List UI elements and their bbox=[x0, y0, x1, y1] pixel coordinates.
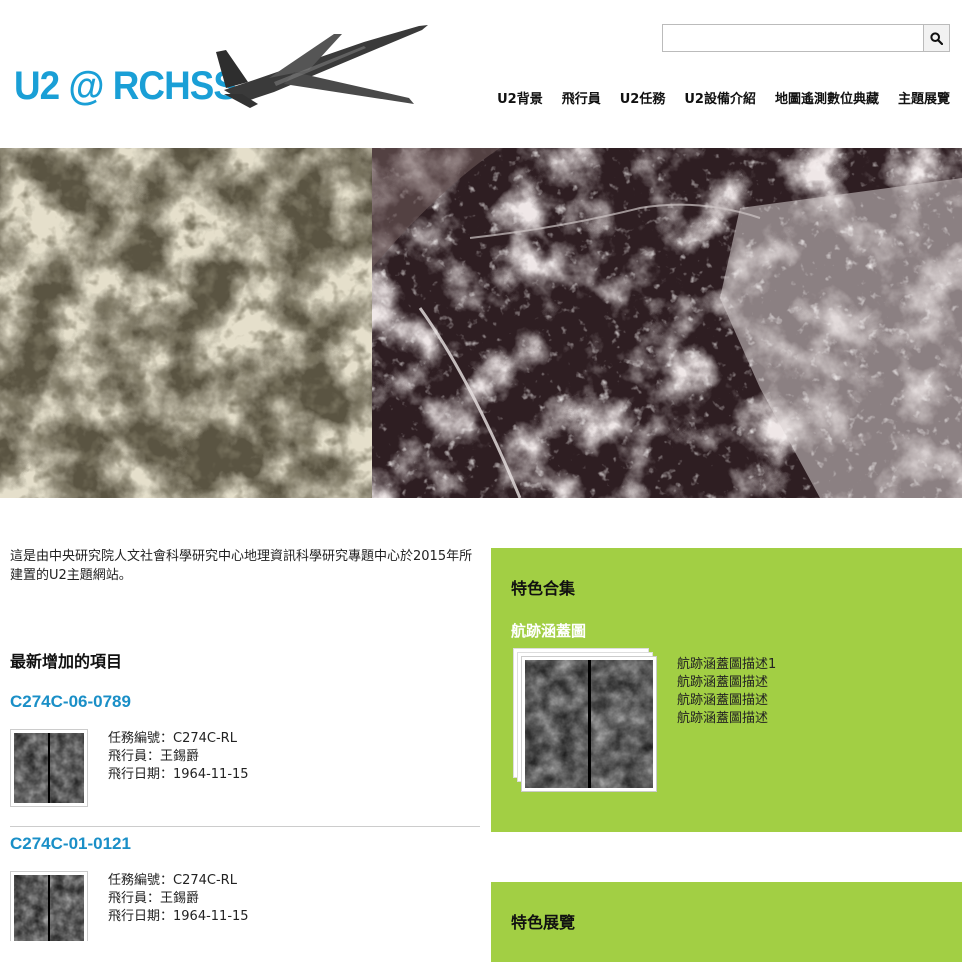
aerial-photo-thumbnail bbox=[14, 875, 84, 941]
nav-item-map-archive[interactable]: 地圖遙測數位典藏 bbox=[775, 88, 879, 107]
nav-item-u2-missions[interactable]: U2任務 bbox=[620, 88, 666, 107]
item-metadata: 任務編號：C274C-RL 飛行員：王錫爵 飛行日期：1964-11-15 bbox=[108, 730, 249, 784]
nav-item-u2-background[interactable]: U2背景 bbox=[497, 88, 543, 107]
site-logo[interactable]: U2 @ RCHSS bbox=[14, 64, 238, 109]
item-divider bbox=[10, 826, 480, 827]
item-flight-date: 飛行日期：1964-11-15 bbox=[108, 767, 249, 782]
aerial-photo-thumbnail bbox=[14, 733, 84, 803]
u2-plane-image bbox=[216, 25, 428, 108]
collection-description-line: 航跡涵蓋圖描述 bbox=[677, 693, 769, 708]
collection-description-line: 航跡涵蓋圖描述1 bbox=[677, 657, 777, 672]
item-mission: 任務編號：C274C-RL bbox=[108, 873, 237, 888]
intro-text: 這是由中央研究院人文社會科學研究中心地理資訊科學研究專題中心於2015年所建置的… bbox=[10, 549, 473, 583]
item-thumbnail[interactable] bbox=[10, 871, 88, 941]
item-mission: 任務編號：C274C-RL bbox=[108, 731, 237, 746]
item-title-link[interactable]: C274C-06-0789 bbox=[10, 692, 480, 712]
collection-description-line: 航跡涵蓋圖描述 bbox=[677, 711, 769, 726]
item-thumbnail[interactable] bbox=[10, 729, 88, 807]
aerial-photo-thumbnail bbox=[525, 660, 653, 788]
collection-thumbnail bbox=[521, 656, 657, 792]
collection-description-line: 航跡涵蓋圖描述 bbox=[677, 675, 769, 690]
collection-thumbnail-stack[interactable] bbox=[511, 648, 659, 793]
list-item: C274C-01-0121 任務編號：C274C-RL 飛行員：王錫爵 飛行日期… bbox=[10, 834, 480, 944]
collection-description: 航跡涵蓋圖描述1 航跡涵蓋圖描述 航跡涵蓋圖描述 航跡涵蓋圖描述 bbox=[677, 656, 776, 728]
list-item: C274C-06-0789 任務編號：C274C-RL 飛行員：王錫爵 飛行日期… bbox=[10, 692, 480, 812]
item-pilot: 飛行員：王錫爵 bbox=[108, 891, 200, 906]
nav-item-u2-equipment[interactable]: U2設備介紹 bbox=[684, 88, 756, 107]
search-button[interactable] bbox=[923, 24, 950, 52]
featured-collection-panel: 特色合集 航跡涵蓋圖 航跡涵蓋圖描述1 航跡涵蓋圖描述 航跡涵蓋圖描述 航跡涵蓋… bbox=[491, 548, 962, 832]
search-form bbox=[662, 24, 950, 52]
item-title-link[interactable]: C274C-01-0121 bbox=[10, 834, 480, 854]
collection-title-link[interactable]: 航跡涵蓋圖 bbox=[511, 620, 586, 641]
featured-collection-heading: 特色合集 bbox=[511, 579, 576, 598]
search-input[interactable] bbox=[662, 24, 924, 52]
recent-items-heading: 最新增加的項目 bbox=[10, 652, 123, 671]
site-header: U2 @ RCHSS U2背景 飛行員 U2任務 U2設備介紹 地圖遙測數位典藏… bbox=[0, 0, 962, 148]
featured-exhibit-panel: 特色展覽 bbox=[491, 882, 962, 962]
nav-item-pilots[interactable]: 飛行員 bbox=[562, 88, 601, 107]
search-icon bbox=[930, 31, 943, 45]
item-metadata: 任務編號：C274C-RL 飛行員：王錫爵 飛行日期：1964-11-15 bbox=[108, 872, 249, 926]
main-nav: U2背景 飛行員 U2任務 U2設備介紹 地圖遙測數位典藏 主題展覽 bbox=[497, 88, 950, 107]
item-pilot: 飛行員：王錫爵 bbox=[108, 749, 200, 764]
nav-item-exhibitions[interactable]: 主題展覽 bbox=[898, 88, 950, 107]
hero-aerial-image bbox=[0, 148, 962, 498]
item-flight-date: 飛行日期：1964-11-15 bbox=[108, 909, 249, 924]
featured-exhibit-heading: 特色展覽 bbox=[511, 913, 576, 932]
